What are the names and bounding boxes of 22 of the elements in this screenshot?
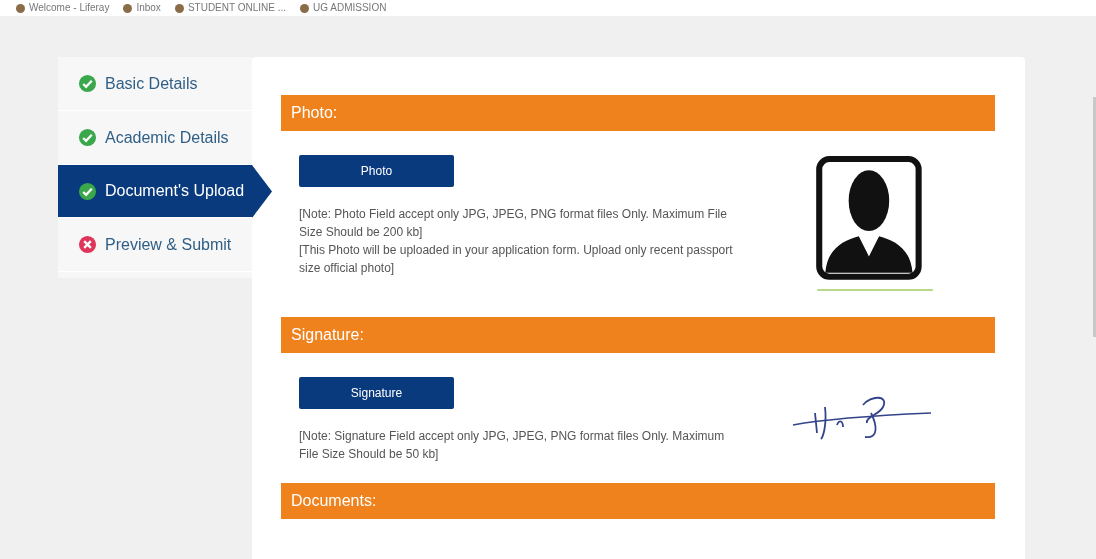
bookmark-link[interactable]: UG ADMISSION	[300, 2, 387, 14]
section-header: Signature:	[281, 317, 995, 353]
bookmark-icon	[16, 3, 25, 13]
section-header: Photo:	[281, 95, 995, 131]
check-circle-icon	[78, 74, 97, 93]
upload-button[interactable]: Photo	[299, 155, 454, 187]
bookmark-icon	[123, 3, 133, 13]
check-circle-icon	[78, 128, 97, 147]
scrollbar[interactable]	[1093, 97, 1096, 337]
note-text: [Note: Photo Field accept only JPG, JPEG, PNG format files Only. Maximum File Size Should be 200 kb]	[299, 206, 728, 241]
bookmark-icon	[300, 3, 310, 13]
bookmark-link[interactable]: Inbox	[123, 2, 161, 14]
upload-button[interactable]: Signature	[299, 377, 454, 409]
bookmark-icon	[174, 3, 184, 13]
note-text: [This Photo will be uploaded in your application form. Upload only recent passport size official photo]	[299, 242, 734, 277]
section-header: Documents:	[281, 483, 995, 519]
check-circle-icon	[78, 181, 97, 201]
step-tab[interactable]: Document's Upload	[58, 165, 272, 218]
bookmark-link[interactable]: Welcome - Liferay	[16, 2, 110, 14]
cross-circle-icon	[78, 235, 97, 254]
note-text: [Note: Signature Field accept only JPG, JPEG, PNG format files Only. Maximum File Size Should be 50 kb]	[299, 428, 726, 463]
bookmark-link[interactable]: STUDENT ONLINE ...	[174, 2, 287, 14]
